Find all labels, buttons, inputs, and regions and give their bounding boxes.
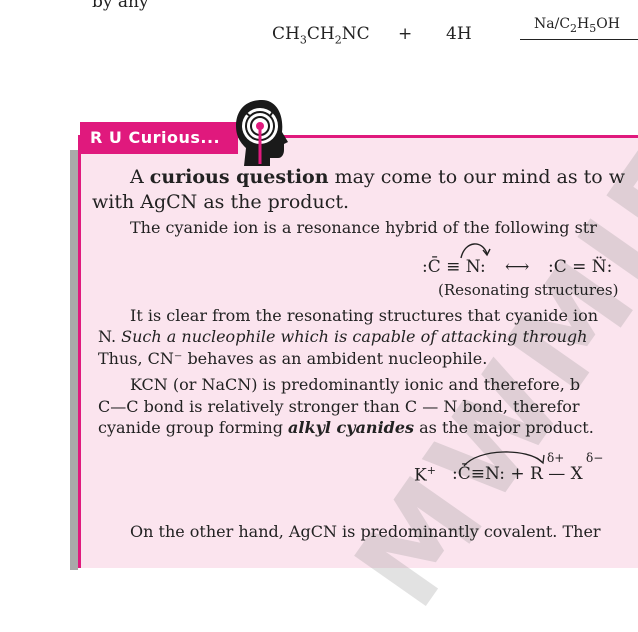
electron-shift-arrow [460, 243, 491, 259]
paragraph-4-line-3: cyanide group forming alkyl cyanides as … [98, 418, 594, 437]
paragraph-4-line-1: KCN (or NaCN) is predominantly ionic and… [130, 375, 581, 394]
paragraph-5-line-1: On the other hand, AgCN is predominantly… [130, 522, 601, 541]
resonance-structure-right: :C = N̈: [548, 257, 613, 277]
head-profile-icon [230, 96, 294, 172]
delta-plus-label: δ+ [547, 451, 565, 465]
top-lead-text: by any [92, 0, 149, 12]
curious-tab: R U Curious... [80, 122, 238, 154]
paragraph-3-line-2: N. Such a nucleophile which is capable o… [98, 327, 588, 346]
reactant-isocyanide: CH3CH2NC [272, 24, 370, 47]
reaction-arrow [520, 39, 638, 40]
paragraph-1-line-2: with AgCN as the product. [92, 191, 350, 213]
reactant-hydrogen: 4H [446, 24, 472, 44]
paragraph-1-line-1: A curious question may come to our mind … [130, 166, 626, 188]
delta-minus-label: δ− [586, 451, 604, 465]
paragraph-3-line-3: Thus, CN⁻ behaves as an ambident nucleop… [98, 349, 488, 368]
paragraph-3-line-1: It is clear from the resonating structur… [130, 306, 599, 325]
plus-sign: + [398, 24, 413, 44]
box-shadow [70, 150, 78, 570]
potassium-ion: K+ [414, 464, 436, 486]
resonance-arrow: ⟷ [505, 257, 530, 277]
paragraph-2: The cyanide ion is a resonance hybrid of… [130, 218, 597, 237]
resonance-caption: (Resonating structures) [438, 281, 619, 299]
reagent-label: Na/C2H5OH [534, 16, 620, 35]
nucleophilic-attack-arrow [463, 451, 545, 467]
paragraph-4-line-2: C—C bond is relatively stronger than C —… [98, 397, 580, 416]
